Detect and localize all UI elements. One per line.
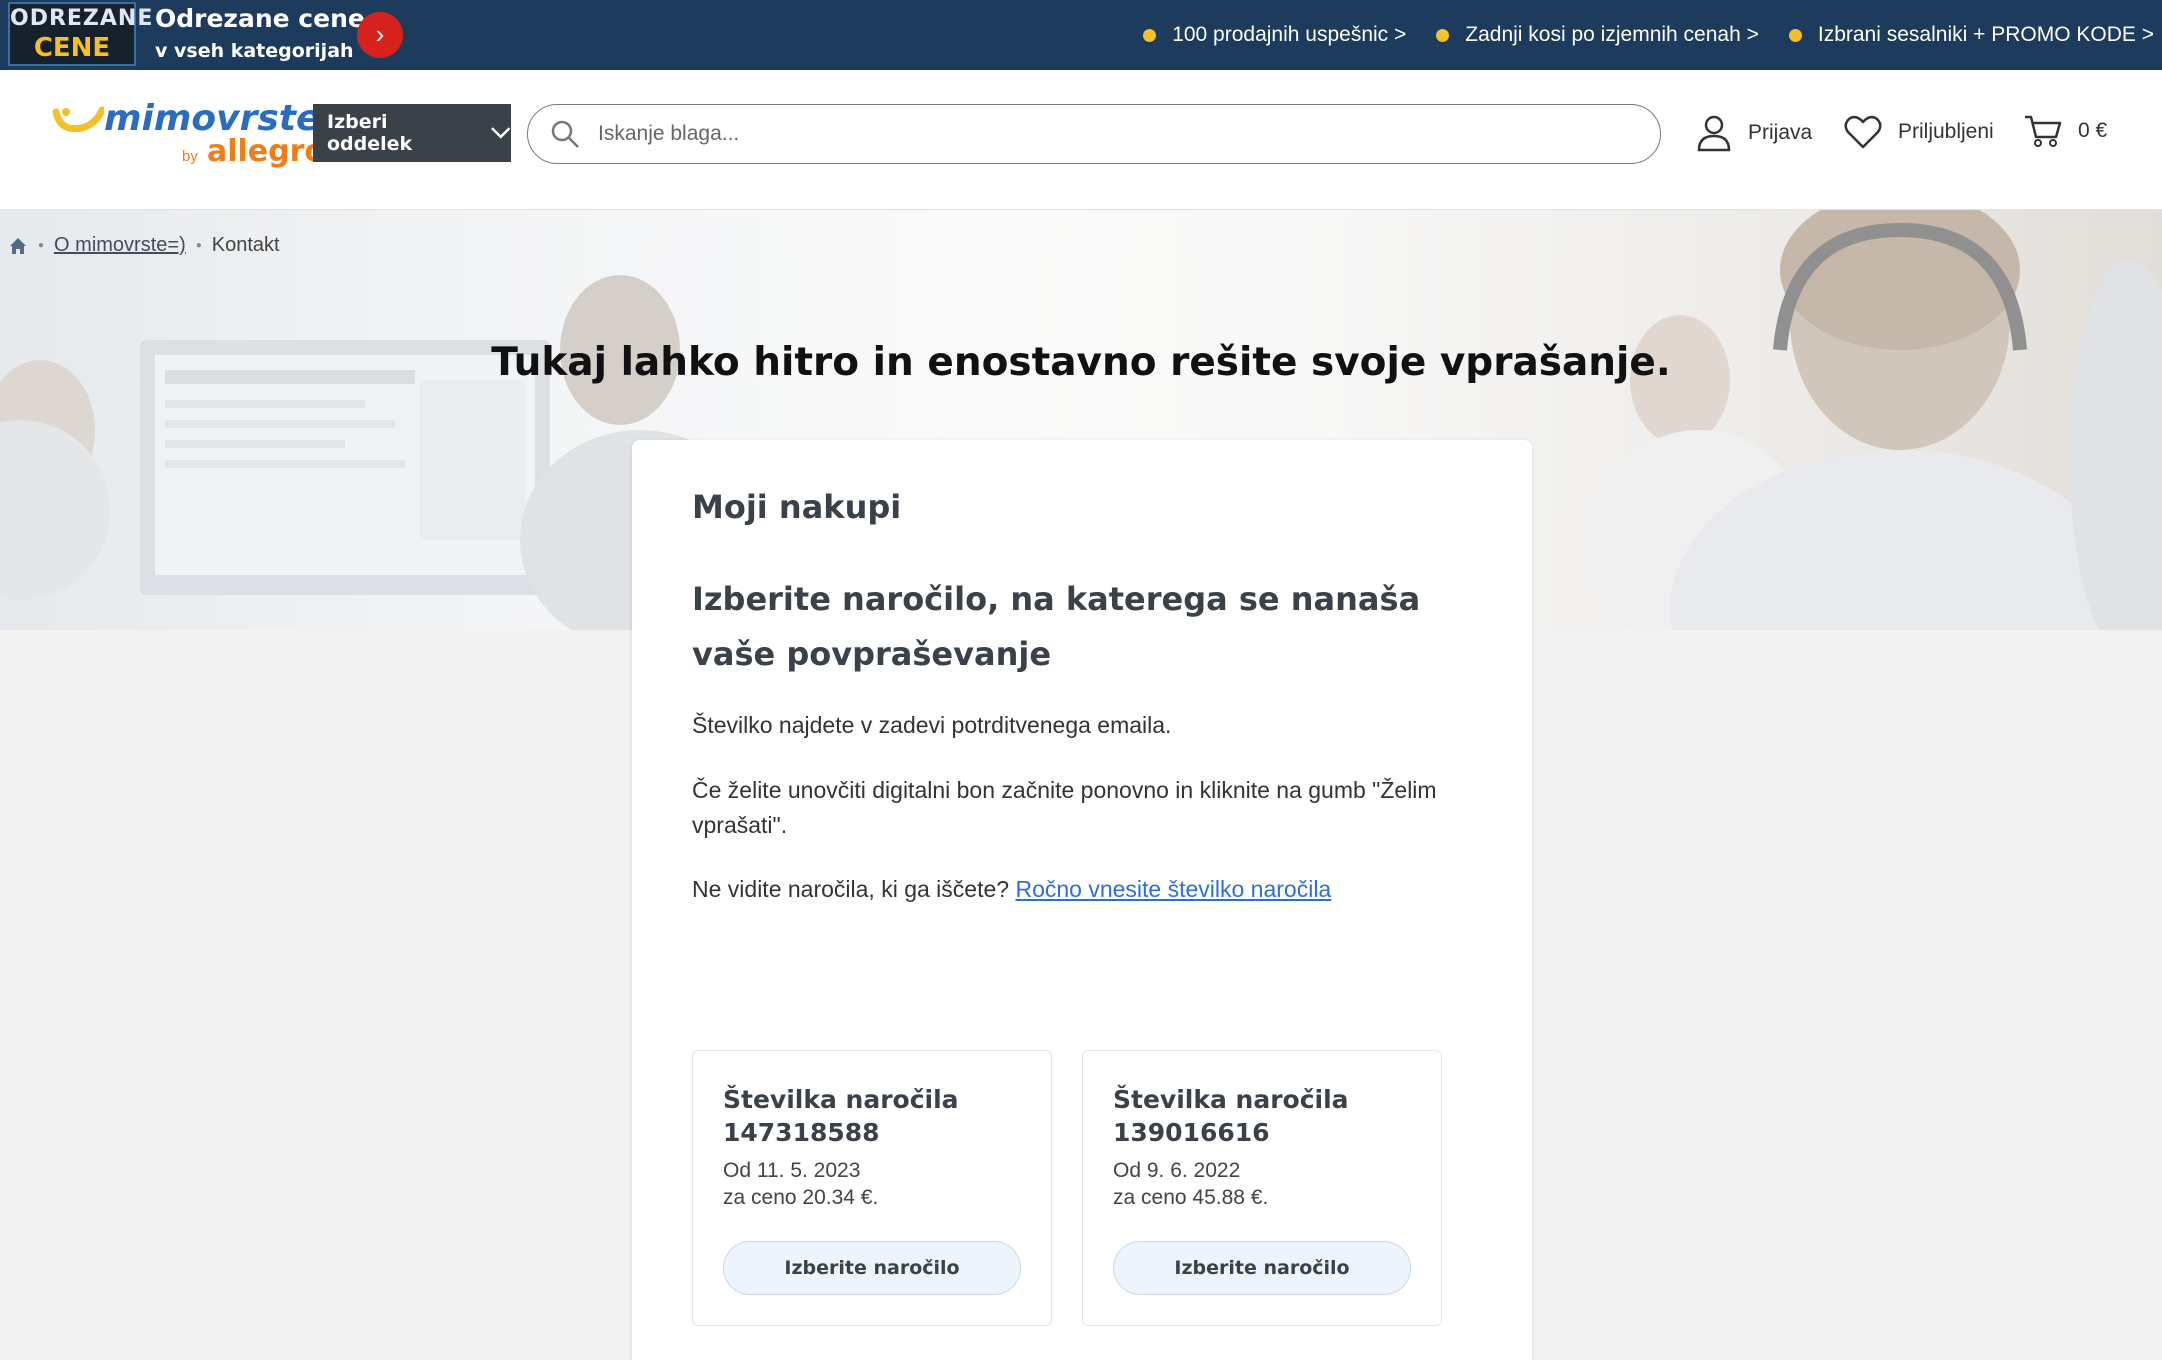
card-paragraph-voucher: Če želite unovčiti digitalni bon začnite… — [692, 777, 1437, 838]
order-card: Številka naročila 147318588 Od 11. 5. 20… — [692, 1050, 1052, 1326]
order-number-label: Številka naročila — [1113, 1085, 1349, 1114]
order-date: Od 9. 6. 2022 — [1113, 1159, 1241, 1182]
order-title: Številka naročila 139016616 — [1113, 1083, 1349, 1149]
favorites-label: Priljubljeni — [1898, 120, 1994, 143]
login-label: Prijava — [1748, 121, 1813, 144]
promo-badge-logo[interactable]: ODREZANE CENE — [8, 2, 154, 66]
promo-link-last-pieces[interactable]: Zadnji kosi po izjemnih cenah > — [1436, 23, 1759, 47]
breadcrumb-current: Kontakt — [211, 234, 280, 256]
promo-link-bestsellers[interactable]: 100 prodajnih uspešnic > — [1143, 23, 1406, 47]
bullet-dot-icon — [1143, 28, 1157, 42]
order-meta: Od 9. 6. 2022 za ceno 45.88 €. — [1113, 1157, 1268, 1211]
manual-order-link[interactable]: Ročno vnesite številko naročila — [1015, 876, 1331, 902]
cart-icon — [2025, 115, 2062, 147]
search-icon[interactable] — [550, 119, 580, 149]
site-header: mimovrste by allegro Izberi oddelek Prij… — [0, 70, 2162, 210]
select-order-button[interactable]: Izberite naročilo — [1113, 1241, 1411, 1295]
breadcrumb-separator: ● — [38, 240, 45, 251]
promo-link-label: 100 prodajnih uspešnic > — [1172, 23, 1407, 46]
promo-links: 100 prodajnih uspešnic > Zadnji kosi po … — [1143, 0, 2154, 70]
card-paragraph-missing: Ne vidite naročila, ki ga iščete? Ročno … — [692, 872, 1482, 907]
order-number: 147318588 — [723, 1118, 880, 1147]
department-dropdown[interactable]: Izberi oddelek — [313, 104, 511, 162]
order-meta: Od 11. 5. 2023 za ceno 20.34 €. — [723, 1157, 878, 1211]
login-button[interactable]: Prijava — [1696, 114, 1812, 152]
promo-badge-line1: ODREZANE — [10, 6, 154, 31]
order-price: za ceno 20.34 €. — [723, 1186, 879, 1209]
bullet-dot-icon — [1436, 28, 1450, 42]
breadcrumb-separator: ● — [195, 240, 202, 251]
search-input[interactable] — [598, 122, 1598, 146]
promo-link-label: Izbrani sesalniki + PROMO KODE > — [1817, 23, 2154, 46]
logo-smile-icon — [52, 106, 104, 133]
home-icon[interactable] — [8, 236, 28, 256]
breadcrumb: ● O mimovrste=) ● Kontakt — [8, 234, 280, 257]
card-heading: Moji nakupi — [692, 488, 902, 526]
order-price: za ceno 45.88 €. — [1113, 1186, 1269, 1209]
favorites-button[interactable]: Priljubljeni — [1844, 114, 1994, 150]
bullet-dot-icon — [1788, 28, 1802, 42]
orders-card: Moji nakupi Izberite naročilo, na katere… — [632, 440, 1532, 1360]
order-title: Številka naročila 147318588 — [723, 1083, 959, 1149]
card-paragraph-email: Številko najdete v zadevi potrditvenega … — [692, 712, 1172, 738]
promo-bar: ODREZANE CENE Odrezane cene v vseh kateg… — [0, 0, 2162, 70]
search-bar — [527, 104, 1661, 164]
heart-icon — [1844, 115, 1882, 149]
missing-order-text: Ne vidite naročila, ki ga iščete? — [692, 876, 1010, 902]
hero-title: Tukaj lahko hitro in enostavno rešite sv… — [491, 340, 1671, 385]
promo-arrow-button[interactable]: › — [357, 12, 403, 58]
promo-subtitle[interactable]: v vseh kategorijah — [155, 40, 354, 62]
breadcrumb-link-about[interactable]: O mimovrste=) — [54, 234, 186, 257]
site-logo[interactable]: mimovrste by allegro — [52, 98, 325, 178]
chevron-right-icon: › — [375, 19, 385, 49]
promo-badge-line2: CENE — [33, 33, 111, 63]
order-card: Številka naročila 139016616 Od 9. 6. 202… — [1082, 1050, 1442, 1326]
promo-title[interactable]: Odrezane cene — [155, 4, 365, 33]
order-date: Od 11. 5. 2023 — [723, 1159, 861, 1182]
logo-allegro: allegro — [207, 134, 326, 169]
department-label: Izberi oddelek — [327, 111, 413, 155]
user-icon — [1697, 115, 1731, 152]
chevron-down-icon — [490, 127, 510, 139]
cart-button[interactable]: 0 € — [2024, 114, 2107, 148]
order-number-label: Številka naročila — [723, 1085, 959, 1114]
card-subheading: Izberite naročilo, na katerega se nanaša… — [692, 580, 1421, 673]
logo-by: by — [182, 148, 198, 165]
promo-link-label: Zadnji kosi po izjemnih cenah > — [1465, 23, 1759, 46]
promo-link-vacuums[interactable]: Izbrani sesalniki + PROMO KODE > — [1788, 23, 2154, 47]
select-order-button[interactable]: Izberite naročilo — [723, 1241, 1021, 1295]
logo-mimovrste: mimovrste — [104, 98, 321, 139]
cart-total: 0 € — [2078, 119, 2108, 142]
order-number: 139016616 — [1113, 1118, 1270, 1147]
